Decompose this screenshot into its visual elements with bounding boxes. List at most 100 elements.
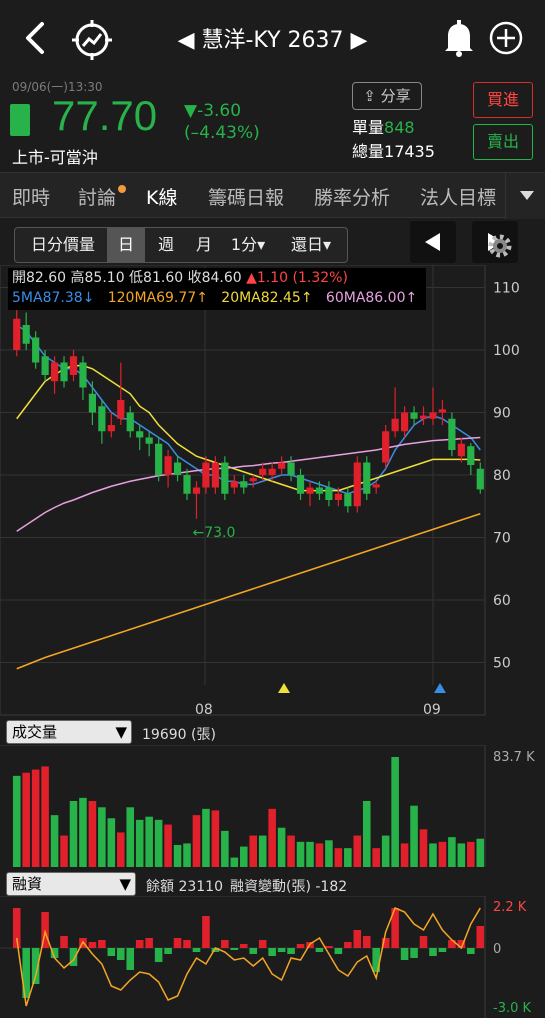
tab-institutional-target[interactable]: 法人目標	[420, 183, 496, 210]
period-minute-dropdown[interactable]: 1分▾	[225, 228, 271, 262]
volume-bar	[22, 772, 30, 867]
candle-body	[325, 487, 333, 500]
down-candle-icon	[10, 104, 30, 136]
volume-chart: 83.7 K	[0, 745, 535, 867]
margin-bar	[135, 940, 144, 948]
candle-body	[278, 462, 286, 469]
buy-button[interactable]: 買進	[473, 82, 533, 118]
back-arrow-icon[interactable]	[18, 18, 54, 58]
margin-indicator-dropdown[interactable]: 融資 ▼	[6, 872, 136, 896]
volume-bar	[277, 827, 286, 867]
ma5-value: 5MA87.38↓	[12, 290, 95, 306]
quote-panel: 09/06(一)13:30 77.70 ▼-3.60 (–4.43%) 上市-可…	[0, 74, 545, 172]
candle-body	[259, 468, 267, 475]
volume-bar	[79, 797, 87, 867]
margin-bar	[400, 948, 409, 960]
volume-bar	[410, 805, 418, 867]
volume-bar	[31, 769, 40, 867]
candle-body	[145, 437, 153, 444]
tab-realtime[interactable]: 即時	[12, 183, 50, 210]
candle-body	[353, 462, 361, 507]
margin-bar	[154, 948, 163, 962]
prev-button[interactable]	[410, 221, 456, 263]
kline-chart[interactable]: 11010090807060500809←107.5←73.0	[0, 265, 545, 720]
tab-win-rate[interactable]: 勝率分析	[314, 183, 390, 210]
margin-bar	[145, 938, 153, 948]
volume-bar	[334, 848, 343, 867]
candle-body	[13, 318, 21, 350]
period-week[interactable]: 週	[149, 228, 183, 262]
tab-bar: 即時 討論 K線 籌碼日報 勝率分析 法人目標	[0, 172, 545, 219]
share-button[interactable]: ⇪ 分享	[352, 82, 422, 110]
volume-info: 單量848 總量17435	[352, 116, 435, 164]
margin-bar	[334, 948, 343, 954]
candle-body	[296, 475, 305, 494]
ohlc-info: 開82.60 高85.10 低81.60 收84.60 ▲1.10 (1.32%…	[8, 268, 426, 310]
low-annotation: ←73.0	[192, 525, 235, 541]
margin-bar	[221, 940, 229, 948]
candle-body	[410, 412, 418, 419]
candle-body	[372, 484, 380, 488]
y-tick-label: 100	[493, 343, 520, 359]
volume-bar	[117, 832, 125, 867]
volume-bar	[268, 808, 276, 867]
gear-icon[interactable]	[486, 232, 514, 260]
volume-bar	[88, 801, 97, 867]
margin-bar	[183, 940, 191, 948]
y-tick-label: 60	[493, 593, 511, 609]
bell-icon[interactable]	[440, 18, 478, 58]
margin-bar	[239, 944, 248, 948]
margin-bar	[230, 948, 239, 950]
margin-zero-label: 0	[493, 942, 501, 957]
y-tick-label: 80	[493, 468, 511, 484]
volume-bar	[211, 810, 220, 867]
volume-bar	[69, 801, 78, 867]
margin-bar	[164, 948, 172, 954]
candle-body	[60, 362, 68, 382]
volume-max-label: 83.7 K	[493, 750, 535, 765]
candle-body	[41, 356, 49, 375]
total-volume-label: 總量	[352, 142, 385, 161]
period-intraday[interactable]: 日分價量	[21, 228, 105, 262]
volume-bar	[173, 845, 182, 867]
tab-discussion[interactable]: 討論	[78, 183, 127, 210]
candle-body	[240, 481, 248, 488]
stock-title[interactable]: ◀ 慧洋-KY 2637 ▶	[150, 22, 395, 54]
margin-bar	[419, 936, 428, 948]
margin-bar	[448, 940, 456, 948]
volume-bar	[448, 837, 456, 867]
period-month[interactable]: 月	[187, 228, 221, 262]
adjust-dropdown[interactable]: 還日▾	[277, 228, 345, 262]
margin-bar	[126, 948, 135, 970]
period-day[interactable]: 日	[107, 228, 145, 262]
candle-body	[315, 487, 324, 494]
margin-bar	[362, 936, 371, 948]
add-icon[interactable]	[488, 20, 524, 56]
trend-target-icon[interactable]	[70, 18, 114, 62]
candle-body	[126, 412, 134, 432]
margin-bar	[268, 948, 276, 956]
tab-more-dropdown[interactable]	[505, 173, 545, 219]
candle-body	[448, 418, 456, 450]
margin-bar	[88, 942, 97, 948]
sell-button[interactable]: 賣出	[473, 124, 533, 160]
margin-bar	[98, 940, 106, 948]
candle-body	[69, 356, 78, 375]
volume-indicator-dropdown[interactable]: 成交量 ▼	[6, 720, 132, 744]
volume-bar	[12, 775, 21, 867]
volume-bar	[60, 835, 68, 867]
volume-bar	[372, 848, 380, 867]
volume-bar	[362, 801, 371, 867]
candle-body	[50, 362, 59, 382]
margin-bar	[287, 948, 295, 954]
tab-chip-daily[interactable]: 籌碼日報	[208, 183, 284, 210]
margin-bar	[476, 926, 485, 948]
margin-bar	[69, 948, 78, 966]
volume-bar	[126, 807, 135, 867]
tab-kline[interactable]: K線	[146, 183, 177, 210]
candle-body	[363, 462, 371, 494]
volume-bar	[258, 835, 267, 867]
market-tag: 上市-可當沖	[12, 148, 98, 167]
change-value: ▼-3.60	[184, 101, 242, 121]
volume-bar	[476, 838, 485, 867]
